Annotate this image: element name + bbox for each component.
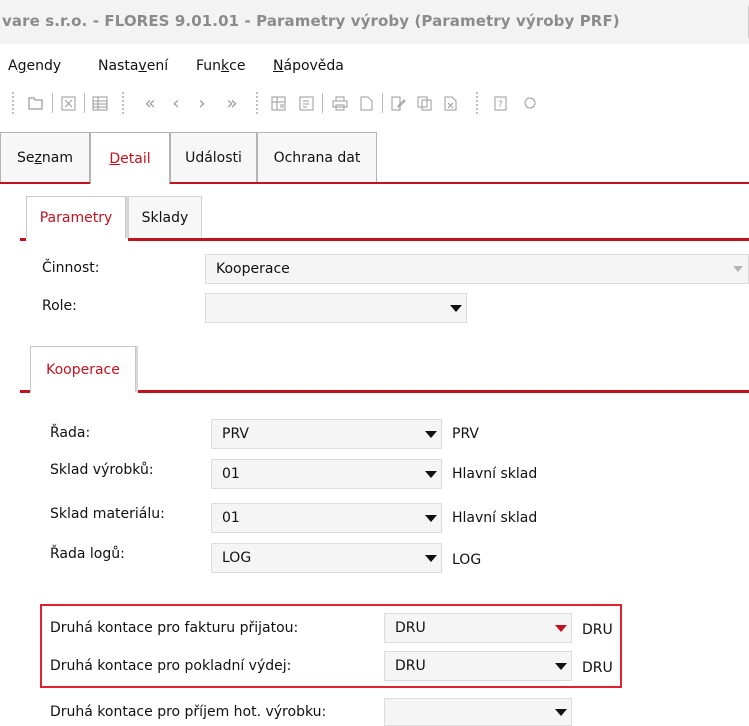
open-icon[interactable] [26, 93, 46, 113]
window-title: vare s.r.o. - FLORES 9.01.01 - Parametry… [2, 12, 620, 30]
toolbar: « ‹ › » ? [0, 84, 749, 122]
search-icon[interactable] [520, 93, 540, 113]
sklad-materialu-description: Hlavní sklad [452, 510, 538, 526]
next-record-icon[interactable]: › [192, 93, 212, 114]
toolbar-grip[interactable] [256, 92, 261, 114]
edit-icon[interactable] [388, 93, 408, 113]
tab-seznam[interactable]: Se z nam [0, 132, 90, 182]
toolbar-separator [322, 93, 323, 113]
kontace-pokladni-label: Druhá kontace pro pokladní výdej: [50, 658, 292, 674]
subtab-underline [20, 238, 26, 241]
menu-nastaveni[interactable]: Nastavení [98, 58, 168, 74]
sklad-vyrobku-description: Hlavní sklad [452, 466, 538, 482]
section-tab-bar: Kooperace [20, 346, 749, 392]
svg-text:?: ? [498, 100, 503, 110]
toolbar-grip[interactable] [12, 92, 17, 114]
rada-description: PRV [452, 426, 479, 442]
subtab-underline [128, 238, 749, 241]
kontace-faktura-select[interactable]: DRU [384, 613, 572, 643]
kontace-faktura-description: DRU [582, 622, 613, 638]
sklad-materialu-select[interactable]: 01 [211, 503, 442, 533]
menu-bar: Agendy Nastavení Funkce Nápověda [0, 44, 749, 82]
sub-tab-bar: Parametry Sklady [20, 196, 749, 240]
tab-udalosti[interactable]: Události [170, 132, 257, 182]
toolbar-separator [52, 93, 53, 113]
sklad-vyrobku-label: Sklad výrobků: [50, 462, 154, 478]
kontace-pokladni-description: DRU [582, 660, 613, 676]
tab-sklady[interactable]: Sklady [128, 196, 202, 238]
tab-underline [170, 182, 749, 184]
form-view-icon[interactable] [296, 93, 316, 113]
role-label: Role: [42, 298, 77, 314]
toolbar-separator [84, 93, 85, 113]
sklad-materialu-label: Sklad materiálu: [50, 506, 165, 522]
cinnost-select[interactable]: Kooperace [205, 254, 749, 284]
toolbar-grip[interactable] [122, 92, 127, 114]
chevron-down-icon [551, 614, 571, 642]
chevron-down-icon [551, 652, 571, 680]
print-icon[interactable] [330, 93, 350, 113]
chevron-down-icon [446, 294, 466, 322]
chevron-down-icon [421, 544, 441, 572]
tab-parametry[interactable]: Parametry [26, 196, 126, 238]
tab-detail[interactable]: Detail [90, 132, 170, 184]
kontace-pokladni-select[interactable]: DRU [384, 651, 572, 681]
section-tab-underline [20, 390, 30, 393]
toolbar-separator [382, 93, 383, 113]
columns-icon[interactable] [90, 93, 110, 113]
new-document-icon[interactable] [356, 93, 376, 113]
chevron-down-icon [421, 420, 441, 448]
cinnost-label: Činnost: [42, 260, 100, 276]
section-tab-underline [138, 390, 749, 393]
rada-select[interactable]: PRV [211, 419, 442, 449]
tab-kooperace[interactable]: Kooperace [30, 346, 136, 392]
main-tab-bar: Se z nam Detail Události Ochrana dat [0, 132, 749, 184]
tab-ochrana-dat[interactable]: Ochrana dat [257, 132, 377, 182]
rada-logu-label: Řada logů: [50, 546, 125, 562]
title-bar: vare s.r.o. - FLORES 9.01.01 - Parametry… [0, 0, 749, 44]
table-view-icon[interactable] [268, 93, 288, 113]
chevron-down-icon [421, 504, 441, 532]
rada-logu-select[interactable]: LOG [211, 543, 442, 573]
help-icon[interactable]: ? [490, 93, 510, 113]
tab-underline [0, 182, 90, 184]
rada-logu-description: LOG [452, 552, 482, 568]
role-select[interactable] [205, 293, 467, 323]
copy-icon[interactable] [414, 93, 434, 113]
rada-label: Řada: [50, 425, 91, 441]
kontace-prijem-select[interactable] [384, 698, 572, 726]
sklad-vyrobku-select[interactable]: 01 [211, 459, 442, 489]
menu-agendy[interactable]: Agendy [8, 58, 61, 74]
chevron-down-icon [728, 255, 748, 283]
close-icon[interactable] [58, 93, 78, 113]
chevron-down-icon [551, 699, 571, 725]
delete-icon[interactable] [440, 93, 460, 113]
menu-funkce[interactable]: Funkce [196, 58, 245, 74]
kontace-prijem-label: Druhá kontace pro příjem hot. výrobku: [50, 704, 327, 720]
last-record-icon[interactable]: » [222, 93, 242, 114]
first-record-icon[interactable]: « [140, 93, 160, 114]
previous-record-icon[interactable]: ‹ [166, 93, 186, 114]
chevron-down-icon [421, 460, 441, 488]
toolbar-grip[interactable] [476, 92, 481, 114]
kontace-faktura-label: Druhá kontace pro fakturu přijatou: [50, 620, 299, 636]
menu-napoveda[interactable]: Nápověda [273, 58, 344, 74]
